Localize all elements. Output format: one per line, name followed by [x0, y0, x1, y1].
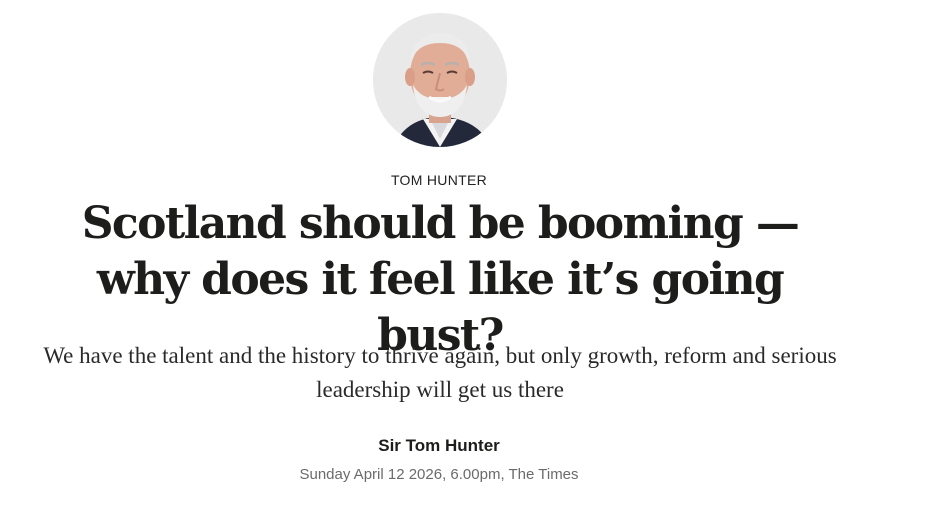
byline-author[interactable]: Sir Tom Hunter: [0, 436, 878, 456]
article-header: TOM HUNTER Scotland should be booming — …: [0, 0, 932, 506]
author-photo: [373, 13, 507, 147]
author-kicker[interactable]: TOM HUNTER: [0, 172, 878, 188]
author-avatar: [373, 13, 507, 147]
dateline: Sunday April 12 2026, 6.00pm, The Times: [299, 466, 579, 483]
standfirst: We have the talent and the history to th…: [43, 343, 837, 402]
